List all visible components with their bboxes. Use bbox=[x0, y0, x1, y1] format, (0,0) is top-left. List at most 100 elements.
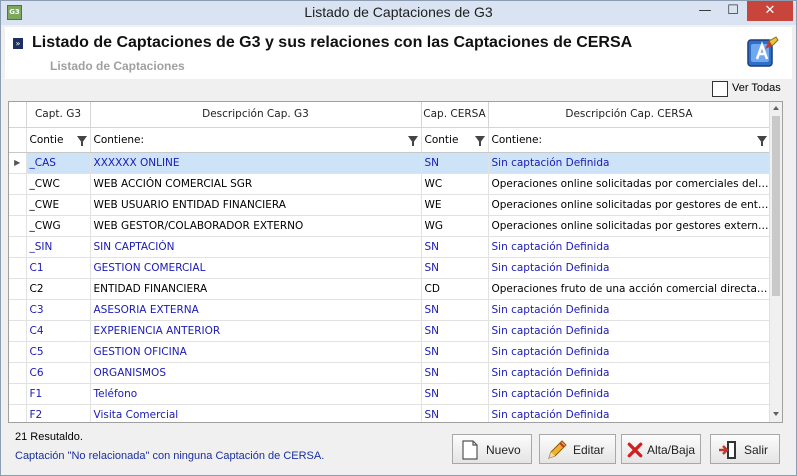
filter-desc-g3[interactable]: Contiene: bbox=[90, 127, 422, 153]
cell-cap-cersa[interactable]: SN bbox=[421, 404, 489, 422]
scroll-thumb[interactable] bbox=[772, 116, 780, 296]
table-row[interactable]: C4 EXPERIENCIA ANTERIOR SN Sin captación De… bbox=[9, 320, 771, 342]
cell-desc-cersa[interactable]: Operaciones fruto de una acción comercia… bbox=[488, 278, 771, 300]
cell-cap-cersa[interactable]: SN bbox=[421, 383, 489, 405]
cell-desc-g3[interactable]: GESTION OFICINA bbox=[90, 341, 422, 363]
minimize-button[interactable]: — bbox=[691, 1, 719, 21]
cell-desc-cersa[interactable]: Sin captación Definida bbox=[488, 152, 771, 174]
cell-desc-cersa[interactable]: Operaciones online solicitadas por comer… bbox=[488, 173, 771, 195]
row-indicator[interactable] bbox=[9, 341, 27, 363]
cell-desc-g3[interactable]: WEB ACCIÓN COMERCIAL SGR bbox=[90, 173, 422, 195]
cell-cap-cersa[interactable]: CD bbox=[421, 278, 489, 300]
cell-desc-cersa[interactable]: Sin captación Definida bbox=[488, 299, 771, 321]
cell-desc-g3[interactable]: ORGANISMOS bbox=[90, 362, 422, 384]
editar-button[interactable]: Editar bbox=[539, 434, 616, 464]
nuevo-button[interactable]: Nuevo bbox=[452, 434, 532, 464]
table-row[interactable]: C6 ORGANISMOS SN Sin captación Definida bbox=[9, 362, 771, 384]
row-indicator[interactable] bbox=[9, 383, 27, 405]
row-indicator[interactable] bbox=[9, 215, 27, 237]
cell-desc-g3[interactable]: XXXXXX ONLINE bbox=[90, 152, 422, 174]
cell-desc-g3[interactable]: Visita Comercial bbox=[90, 404, 422, 422]
table-row[interactable]: F2 Visita Comercial SN Sin captación Defini… bbox=[9, 404, 771, 422]
salir-button[interactable]: Salir bbox=[710, 434, 780, 464]
cell-desc-g3[interactable]: EXPERIENCIA ANTERIOR bbox=[90, 320, 422, 342]
cell-desc-g3[interactable]: ASESORIA EXTERNA bbox=[90, 299, 422, 321]
filter-desc-cersa[interactable]: Contiene: bbox=[488, 127, 771, 153]
cell-desc-g3[interactable]: WEB USUARIO ENTIDAD FINANCIERA bbox=[90, 194, 422, 216]
table-row[interactable]: F1 Teléfono SN Sin captación Definida bbox=[9, 383, 771, 405]
cell-capt-g3[interactable]: C4 bbox=[26, 320, 91, 342]
row-indicator[interactable] bbox=[9, 404, 27, 422]
cell-cap-cersa[interactable]: SN bbox=[421, 299, 489, 321]
filter-funnel-icon[interactable] bbox=[756, 135, 767, 146]
column-header-cap-cersa[interactable]: Cap. CERSA bbox=[421, 102, 489, 128]
cell-desc-cersa[interactable]: Sin captación Definida bbox=[488, 236, 771, 258]
row-indicator[interactable] bbox=[9, 320, 27, 342]
cell-desc-cersa[interactable]: Operaciones online solicitadas por gesto… bbox=[488, 194, 771, 216]
cell-cap-cersa[interactable]: SN bbox=[421, 152, 489, 174]
scroll-up-arrow-icon[interactable] bbox=[773, 106, 779, 110]
table-row[interactable]: _CWE WEB USUARIO ENTIDAD FINANCIERA WE Oper… bbox=[9, 194, 771, 216]
row-indicator[interactable] bbox=[9, 236, 27, 258]
cell-desc-cersa[interactable]: Operaciones online solicitadas por gesto… bbox=[488, 215, 771, 237]
cell-capt-g3[interactable]: _CWG bbox=[26, 215, 91, 237]
cell-capt-g3[interactable]: C5 bbox=[26, 341, 91, 363]
filter-funnel-icon[interactable] bbox=[474, 135, 485, 146]
column-header-desc-cersa[interactable]: Descripción Cap. CERSA bbox=[488, 102, 771, 128]
close-button[interactable]: ✕ bbox=[747, 1, 793, 21]
cell-capt-g3[interactable]: _CAS bbox=[26, 152, 91, 174]
table-row[interactable]: _CWG WEB GESTOR/COLABORADOR EXTERNO WG Oper… bbox=[9, 215, 771, 237]
cell-capt-g3[interactable]: _CWE bbox=[26, 194, 91, 216]
row-indicator[interactable] bbox=[9, 299, 27, 321]
table-row[interactable]: _CWC WEB ACCIÓN COMERCIAL SGR WC Operacione… bbox=[9, 173, 771, 195]
cell-desc-cersa[interactable]: Sin captación Definida bbox=[488, 404, 771, 422]
cell-capt-g3[interactable]: _SIN bbox=[26, 236, 91, 258]
row-indicator[interactable] bbox=[9, 194, 27, 216]
cell-capt-g3[interactable]: C2 bbox=[26, 278, 91, 300]
cell-desc-g3[interactable]: ENTIDAD FINANCIERA bbox=[90, 278, 422, 300]
maximize-button[interactable]: ☐ bbox=[719, 1, 747, 21]
row-indicator[interactable]: ▶ bbox=[9, 152, 27, 174]
cell-capt-g3[interactable]: _CWC bbox=[26, 173, 91, 195]
cell-desc-g3[interactable]: SIN CAPTACIÓN bbox=[90, 236, 422, 258]
cell-cap-cersa[interactable]: SN bbox=[421, 341, 489, 363]
ver-todas-checkbox[interactable] bbox=[712, 81, 728, 97]
cell-cap-cersa[interactable]: WC bbox=[421, 173, 489, 195]
cell-desc-g3[interactable]: WEB GESTOR/COLABORADOR EXTERNO bbox=[90, 215, 422, 237]
cell-cap-cersa[interactable]: SN bbox=[421, 236, 489, 258]
cell-capt-g3[interactable]: C3 bbox=[26, 299, 91, 321]
filter-cap-cersa[interactable]: Contie bbox=[421, 127, 489, 153]
cell-cap-cersa[interactable]: SN bbox=[421, 320, 489, 342]
cell-capt-g3[interactable]: F1 bbox=[26, 383, 91, 405]
table-row[interactable]: C2 ENTIDAD FINANCIERA CD Operaciones fruto … bbox=[9, 278, 771, 300]
vertical-scrollbar[interactable] bbox=[769, 102, 782, 422]
cell-cap-cersa[interactable]: WG bbox=[421, 215, 489, 237]
filter-funnel-icon[interactable] bbox=[407, 135, 418, 146]
scroll-down-arrow-icon[interactable] bbox=[773, 412, 779, 416]
cell-cap-cersa[interactable]: WE bbox=[421, 194, 489, 216]
row-indicator[interactable] bbox=[9, 257, 27, 279]
row-indicator[interactable] bbox=[9, 278, 27, 300]
cell-capt-g3[interactable]: F2 bbox=[26, 404, 91, 422]
table-row[interactable]: C5 GESTION OFICINA SN Sin captación Definid… bbox=[9, 341, 771, 363]
cell-desc-g3[interactable]: Teléfono bbox=[90, 383, 422, 405]
table-row[interactable]: _SIN SIN CAPTACIÓN SN Sin captación Definid… bbox=[9, 236, 771, 258]
cell-desc-cersa[interactable]: Sin captación Definida bbox=[488, 320, 771, 342]
filter-funnel-icon[interactable] bbox=[76, 135, 87, 146]
cell-desc-cersa[interactable]: Sin captación Definida bbox=[488, 341, 771, 363]
column-header-capt-g3[interactable]: Capt. G3 bbox=[26, 102, 91, 128]
cell-desc-cersa[interactable]: Sin captación Definida bbox=[488, 257, 771, 279]
cell-desc-g3[interactable]: GESTION COMERCIAL bbox=[90, 257, 422, 279]
cell-desc-cersa[interactable]: Sin captación Definida bbox=[488, 383, 771, 405]
cell-capt-g3[interactable]: C1 bbox=[26, 257, 91, 279]
table-row[interactable]: C1 GESTION COMERCIAL SN Sin captación Defin… bbox=[9, 257, 771, 279]
alta-baja-button[interactable]: Alta/Baja bbox=[621, 434, 701, 464]
cell-desc-cersa[interactable]: Sin captación Definida bbox=[488, 362, 771, 384]
column-header-desc-g3[interactable]: Descripción Cap. G3 bbox=[90, 102, 422, 128]
cell-cap-cersa[interactable]: SN bbox=[421, 362, 489, 384]
table-row[interactable]: C3 ASESORIA EXTERNA SN Sin captación Defini… bbox=[9, 299, 771, 321]
table-row[interactable]: ▶ _CAS XXXXXX ONLINE SN Sin captación Defini… bbox=[9, 152, 771, 174]
row-indicator[interactable] bbox=[9, 362, 27, 384]
row-indicator[interactable] bbox=[9, 173, 27, 195]
cell-capt-g3[interactable]: C6 bbox=[26, 362, 91, 384]
